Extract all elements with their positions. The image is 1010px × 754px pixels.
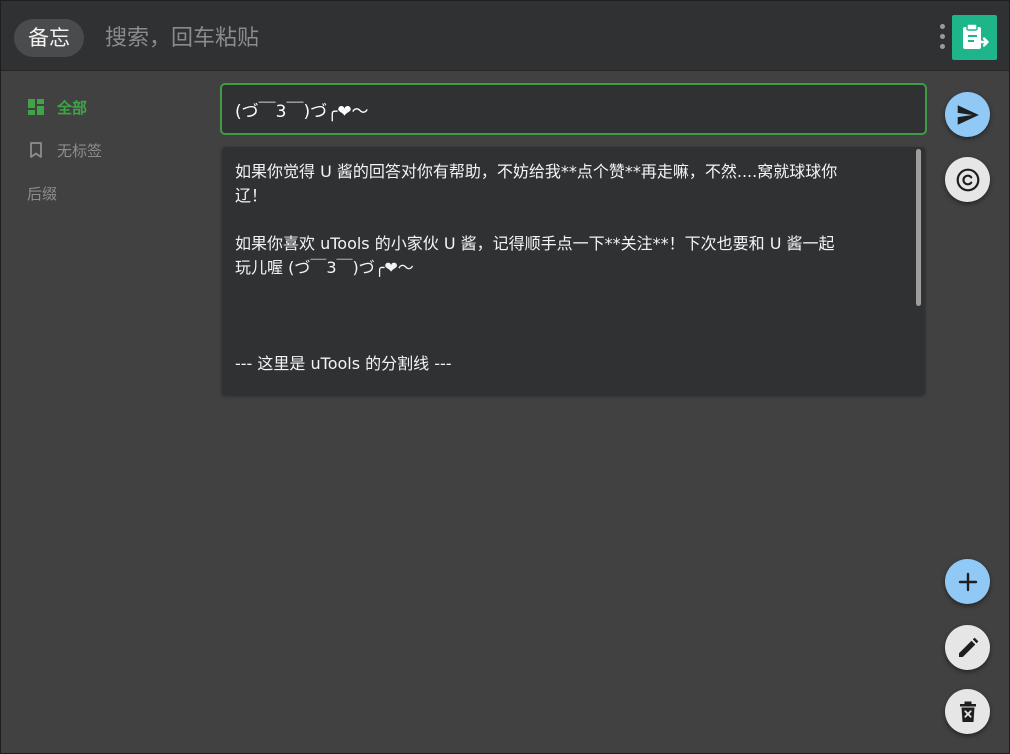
sidebar-item-suffix[interactable]: 后缀 — [27, 181, 57, 205]
sidebar-item-all[interactable]: 全部 — [27, 95, 87, 119]
delete-memo-button[interactable] — [945, 689, 990, 734]
send-button[interactable] — [945, 92, 990, 137]
search-input[interactable] — [105, 19, 805, 57]
sidebar-item-untagged[interactable]: 无标签 — [27, 138, 102, 162]
trash-icon — [959, 701, 976, 722]
content-scrollbar[interactable] — [916, 149, 921, 306]
top-bar: 备忘 — [1, 1, 1009, 71]
app-window: 备忘 搜索，回车粘贴 全部 无标签 后缀 (づ￣3￣)づ╭❤～ 如果你觉得 U … — [0, 0, 1010, 754]
plugin-tag[interactable]: 备忘 — [14, 19, 84, 57]
memo-content-card[interactable]: 如果你觉得 U 酱的回答对你有帮助，不妨给我**点个赞**再走嘛，不然....窝… — [222, 147, 925, 395]
sidebar-item-label: 无标签 — [57, 141, 103, 160]
copyright-icon — [956, 168, 979, 191]
send-icon — [957, 104, 979, 125]
dashboard-icon — [27, 98, 45, 116]
edit-memo-button[interactable] — [945, 625, 990, 670]
copy-button[interactable] — [945, 157, 990, 202]
sidebar: 全部 无标签 后缀 — [1, 72, 211, 753]
pencil-icon — [958, 637, 978, 657]
memo-content-text[interactable]: 如果你觉得 U 酱的回答对你有帮助，不妨给我**点个赞**再走嘛，不然....窝… — [235, 160, 903, 376]
clipboard-export-icon[interactable] — [952, 15, 997, 60]
plus-icon — [958, 572, 977, 591]
sidebar-item-label: 后缀 — [27, 184, 58, 203]
bookmark-icon — [27, 141, 45, 159]
memo-title-input[interactable] — [220, 83, 927, 135]
more-vertical-icon[interactable] — [937, 23, 947, 51]
sidebar-item-label: 全部 — [57, 98, 88, 117]
add-memo-button[interactable] — [945, 559, 990, 604]
